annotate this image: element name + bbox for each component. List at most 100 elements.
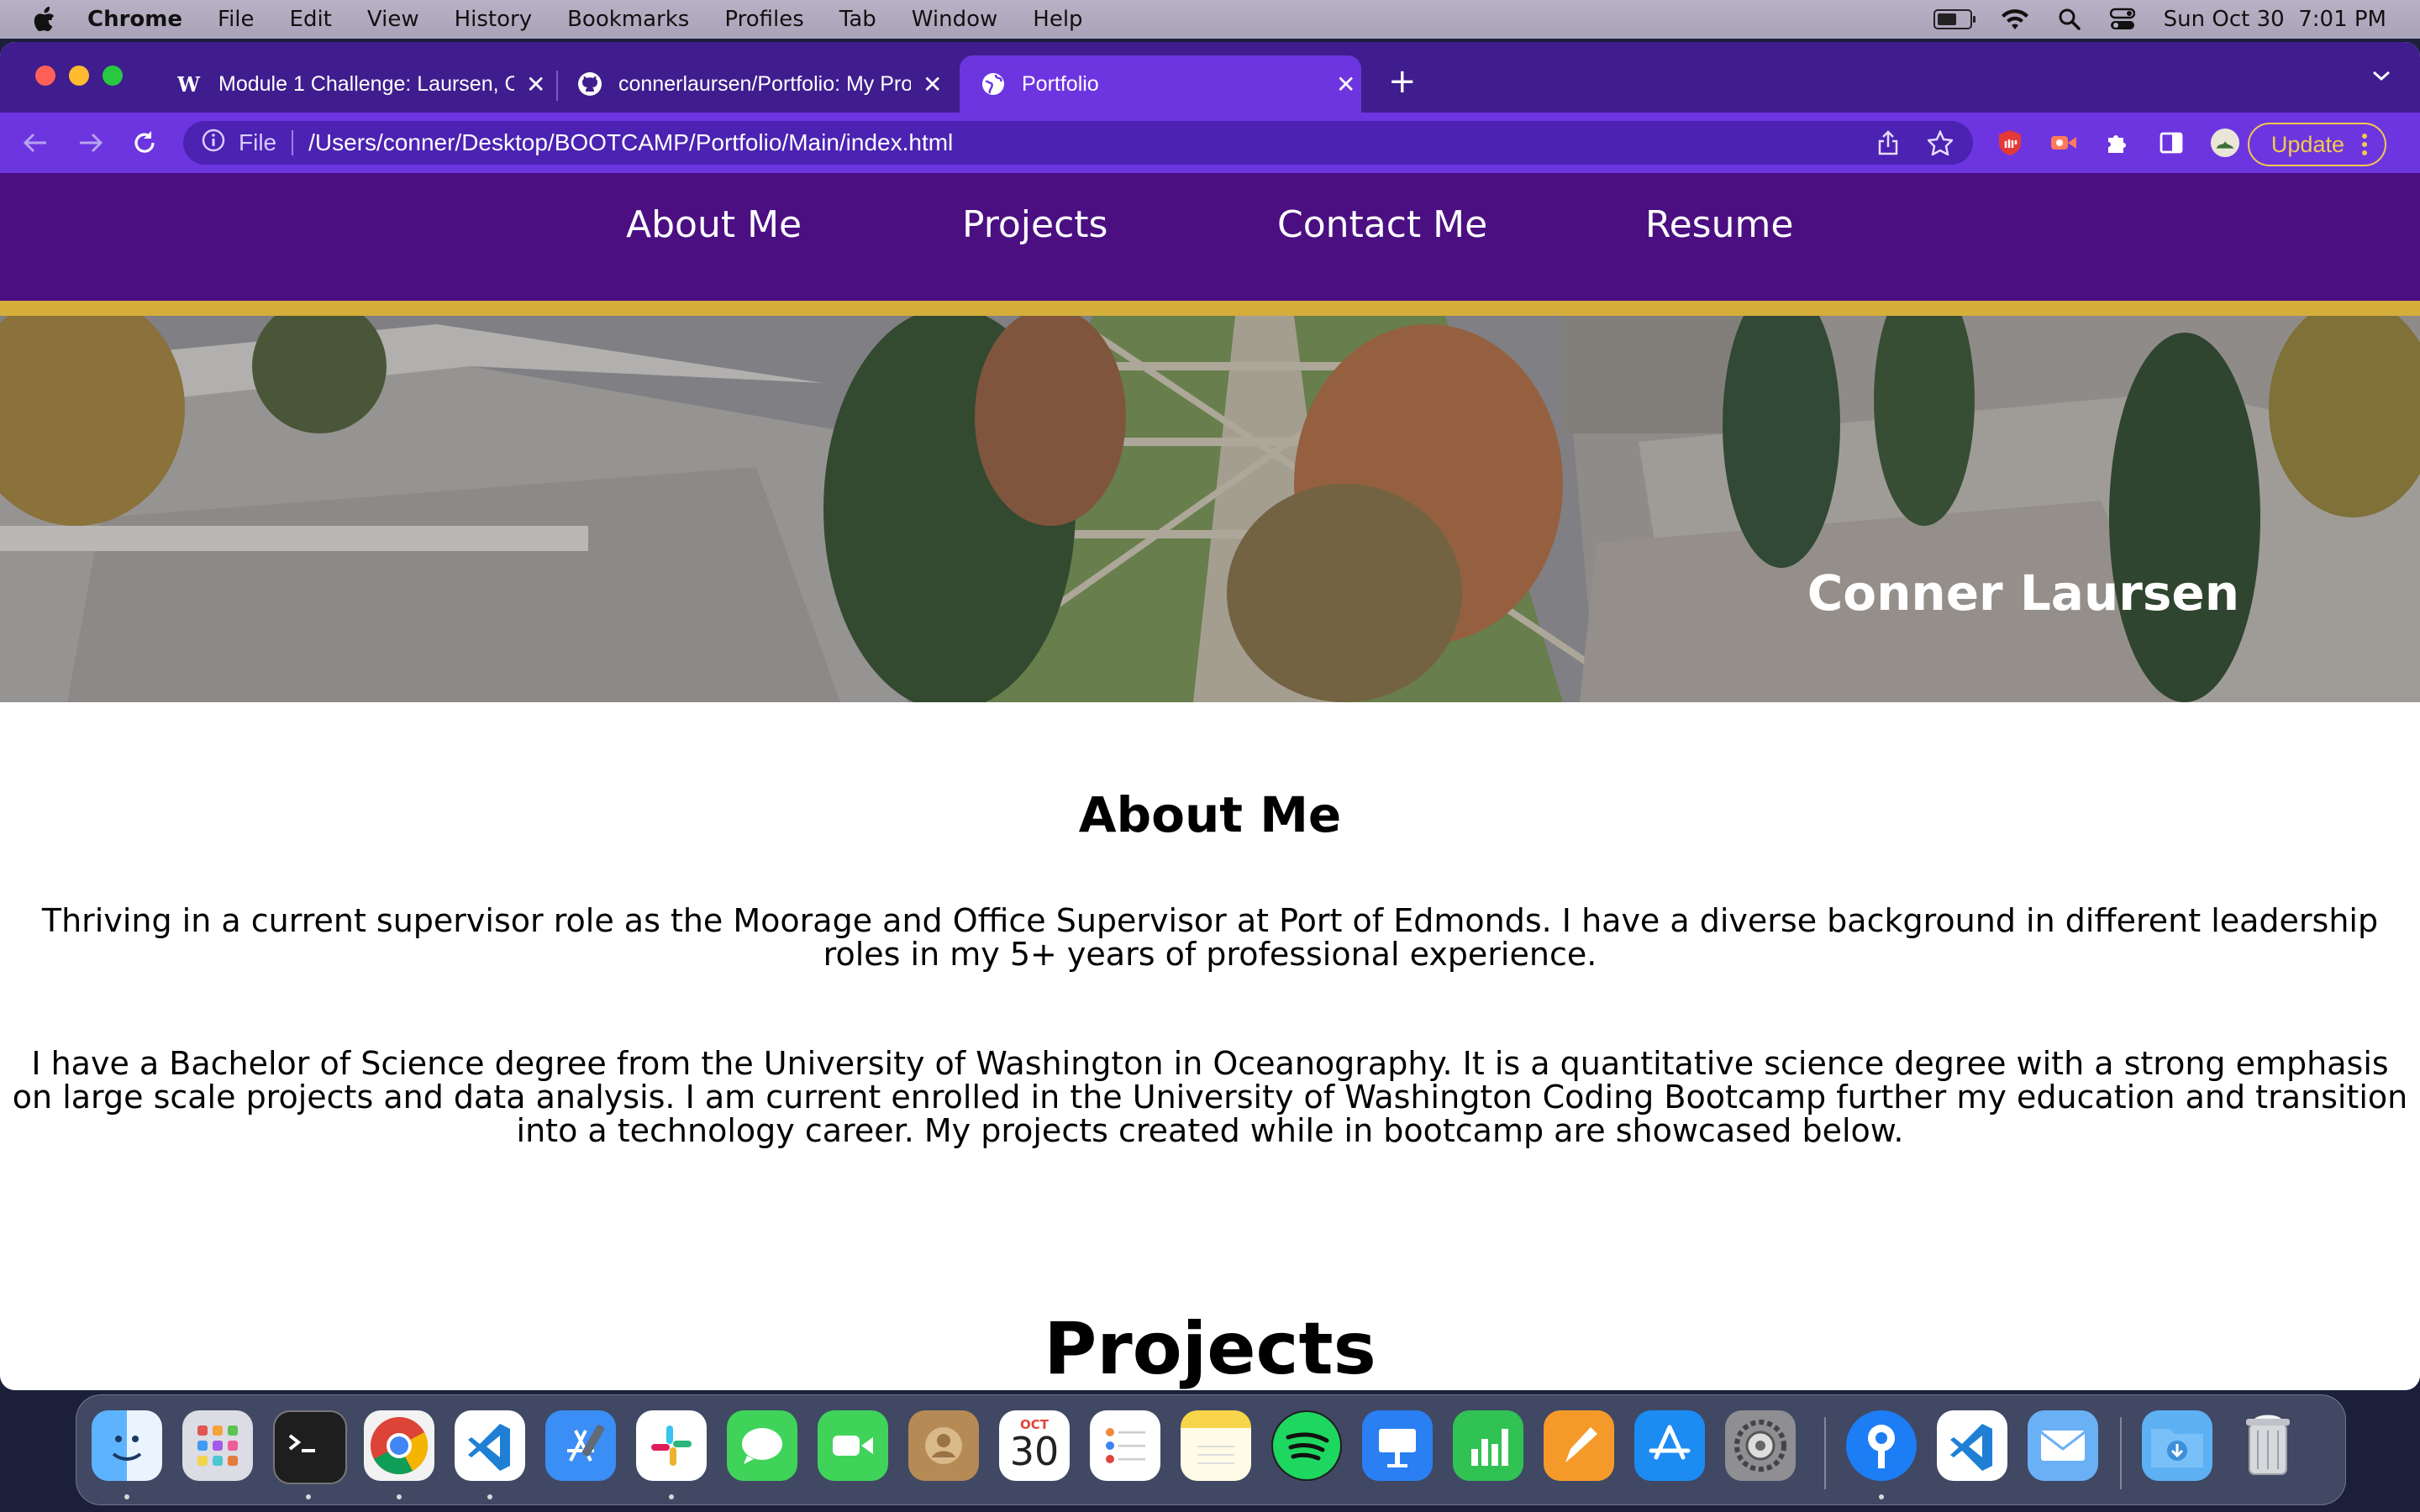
minimize-window-button[interactable] — [69, 66, 89, 86]
menu-datetime[interactable]: Sun Oct 30 7:01 PM — [2164, 7, 2386, 32]
ublock-extension-icon[interactable] — [1995, 128, 2025, 158]
slack-icon[interactable] — [636, 1410, 707, 1481]
close-tab-icon[interactable]: ✕ — [1336, 71, 1355, 98]
tab-github-portfolio[interactable]: connerlaursen/Portfolio: My Pro ✕ — [556, 55, 942, 113]
profile-avatar-icon[interactable] — [2210, 128, 2240, 158]
tab-title: Module 1 Challenge: Laursen, C — [218, 71, 514, 96]
dock-separator — [2120, 1417, 2122, 1489]
address-scheme-label: File — [239, 129, 277, 155]
extensions-puzzle-icon[interactable] — [2102, 128, 2133, 158]
calendar-icon[interactable]: OCT 30 — [999, 1410, 1070, 1481]
contacts-icon[interactable] — [908, 1410, 979, 1481]
tab-title: connerlaursen/Portfolio: My Pro — [618, 71, 911, 96]
menu-file[interactable]: File — [218, 7, 255, 32]
menu-help[interactable]: Help — [1033, 7, 1082, 32]
hero-overlay — [0, 316, 2420, 702]
nav-link-contact-me[interactable]: Contact Me — [1277, 203, 1487, 246]
running-indicator — [397, 1494, 402, 1499]
facetime-icon[interactable] — [818, 1410, 888, 1481]
w-logo-icon: W — [176, 71, 203, 97]
tab-portfolio[interactable]: Portfolio ✕ — [960, 55, 1361, 113]
page-viewport[interactable]: About Me Projects Contact Me Resume Conn… — [0, 173, 2420, 1390]
back-arrow-icon[interactable] — [20, 128, 50, 158]
menu-bookmarks[interactable]: Bookmarks — [567, 7, 689, 32]
mail-icon[interactable] — [2028, 1410, 2098, 1481]
globe-icon — [980, 71, 1007, 97]
bookmark-star-icon[interactable] — [1928, 130, 1953, 155]
menu-tab[interactable]: Tab — [839, 7, 876, 32]
svg-text:W: W — [177, 74, 201, 94]
sourcetree-icon[interactable] — [1846, 1410, 1917, 1481]
calendar-day: 30 — [1009, 1429, 1060, 1474]
address-actions — [1877, 130, 1953, 155]
finder-icon[interactable] — [92, 1410, 162, 1481]
apple-logo-icon[interactable] — [32, 6, 57, 33]
github-icon — [576, 71, 603, 97]
running-indicator — [1879, 1494, 1884, 1499]
address-url[interactable]: /Users/conner/Desktop/BOOTCAMP/Portfolio… — [308, 129, 953, 156]
vscode-insiders-icon[interactable] — [1937, 1410, 2007, 1481]
trash-icon[interactable] — [2233, 1410, 2303, 1481]
downloads-folder-icon[interactable] — [2142, 1410, 2212, 1481]
wifi-icon[interactable] — [2001, 8, 2029, 31]
share-icon[interactable] — [1877, 130, 1899, 155]
new-tab-plus-icon[interactable]: + — [1388, 62, 1417, 101]
site-info-icon[interactable] — [202, 129, 225, 158]
site-nav: About Me Projects Contact Me Resume — [0, 173, 2420, 316]
menu-view[interactable]: View — [367, 7, 419, 32]
system-preferences-icon[interactable] — [1725, 1410, 1796, 1481]
update-label: Update — [2270, 131, 2344, 157]
numbers-icon[interactable] — [1453, 1410, 1523, 1481]
nav-link-resume[interactable]: Resume — [1645, 203, 1793, 246]
running-indicator — [124, 1494, 129, 1499]
launchpad-icon[interactable] — [182, 1410, 253, 1481]
control-center-icon[interactable] — [2109, 8, 2135, 31]
chrome-icon[interactable] — [364, 1410, 434, 1481]
reload-icon[interactable] — [129, 128, 160, 158]
menu-window[interactable]: Window — [912, 7, 998, 32]
tab-module-challenge[interactable]: W Module 1 Challenge: Laursen, C ✕ — [156, 55, 545, 113]
macos-menu-bar: Chrome File Edit View History Bookmarks … — [0, 0, 2420, 39]
address-divider — [292, 130, 294, 155]
more-vertical-icon — [2362, 134, 2367, 155]
dock-separator — [1824, 1417, 1826, 1489]
menu-edit[interactable]: Edit — [290, 7, 332, 32]
address-bar[interactable]: File /Users/conner/Desktop/BOOTCAMP/Port… — [183, 121, 1973, 165]
about-paragraph-1: Thriving in a current supervisor role as… — [41, 902, 2379, 973]
forward-arrow-icon[interactable] — [76, 128, 106, 158]
projects-heading: Projects — [1044, 1307, 1376, 1390]
close-tab-icon[interactable]: ✕ — [923, 71, 942, 98]
menu-history[interactable]: History — [455, 7, 533, 32]
window-controls — [35, 66, 123, 86]
nav-link-about-me[interactable]: About Me — [626, 203, 802, 246]
running-indicator — [306, 1494, 311, 1499]
macos-dock: OCT 30 — [76, 1394, 2346, 1505]
chrome-window: W Module 1 Challenge: Laursen, C ✕ conne… — [0, 42, 2420, 1390]
keynote-icon[interactable] — [1362, 1410, 1433, 1481]
tab-search-chevron-icon[interactable] — [2371, 69, 2391, 82]
update-button[interactable]: Update — [2247, 123, 2386, 166]
hero-name: Conner Laursen — [1807, 564, 2239, 622]
terminal-icon[interactable] — [273, 1410, 347, 1484]
tab-strip: W Module 1 Challenge: Laursen, C ✕ conne… — [0, 42, 2420, 113]
menu-profiles[interactable]: Profiles — [724, 7, 803, 32]
battery-icon[interactable] — [1933, 9, 1975, 29]
zoom-window-button[interactable] — [103, 66, 123, 86]
tab-title: Portfolio — [1022, 71, 1099, 96]
app-store-icon[interactable] — [1634, 1410, 1705, 1481]
spotlight-search-icon[interactable] — [2058, 8, 2081, 31]
close-tab-icon[interactable]: ✕ — [526, 71, 545, 98]
vscode-icon[interactable] — [455, 1410, 525, 1481]
side-panel-icon[interactable] — [2156, 128, 2186, 158]
notes-icon[interactable] — [1181, 1410, 1251, 1481]
nav-link-projects[interactable]: Projects — [962, 203, 1107, 246]
screen-recorder-extension-icon[interactable] — [2049, 128, 2079, 158]
messages-icon[interactable] — [727, 1410, 797, 1481]
reminders-icon[interactable] — [1090, 1410, 1160, 1481]
about-paragraph-2: I have a Bachelor of Science degree from… — [12, 1045, 2408, 1149]
menu-app-name[interactable]: Chrome — [87, 7, 182, 32]
close-window-button[interactable] — [35, 66, 55, 86]
xcode-icon[interactable] — [545, 1410, 616, 1481]
spotify-icon[interactable] — [1271, 1410, 1342, 1481]
pages-icon[interactable] — [1544, 1410, 1614, 1481]
